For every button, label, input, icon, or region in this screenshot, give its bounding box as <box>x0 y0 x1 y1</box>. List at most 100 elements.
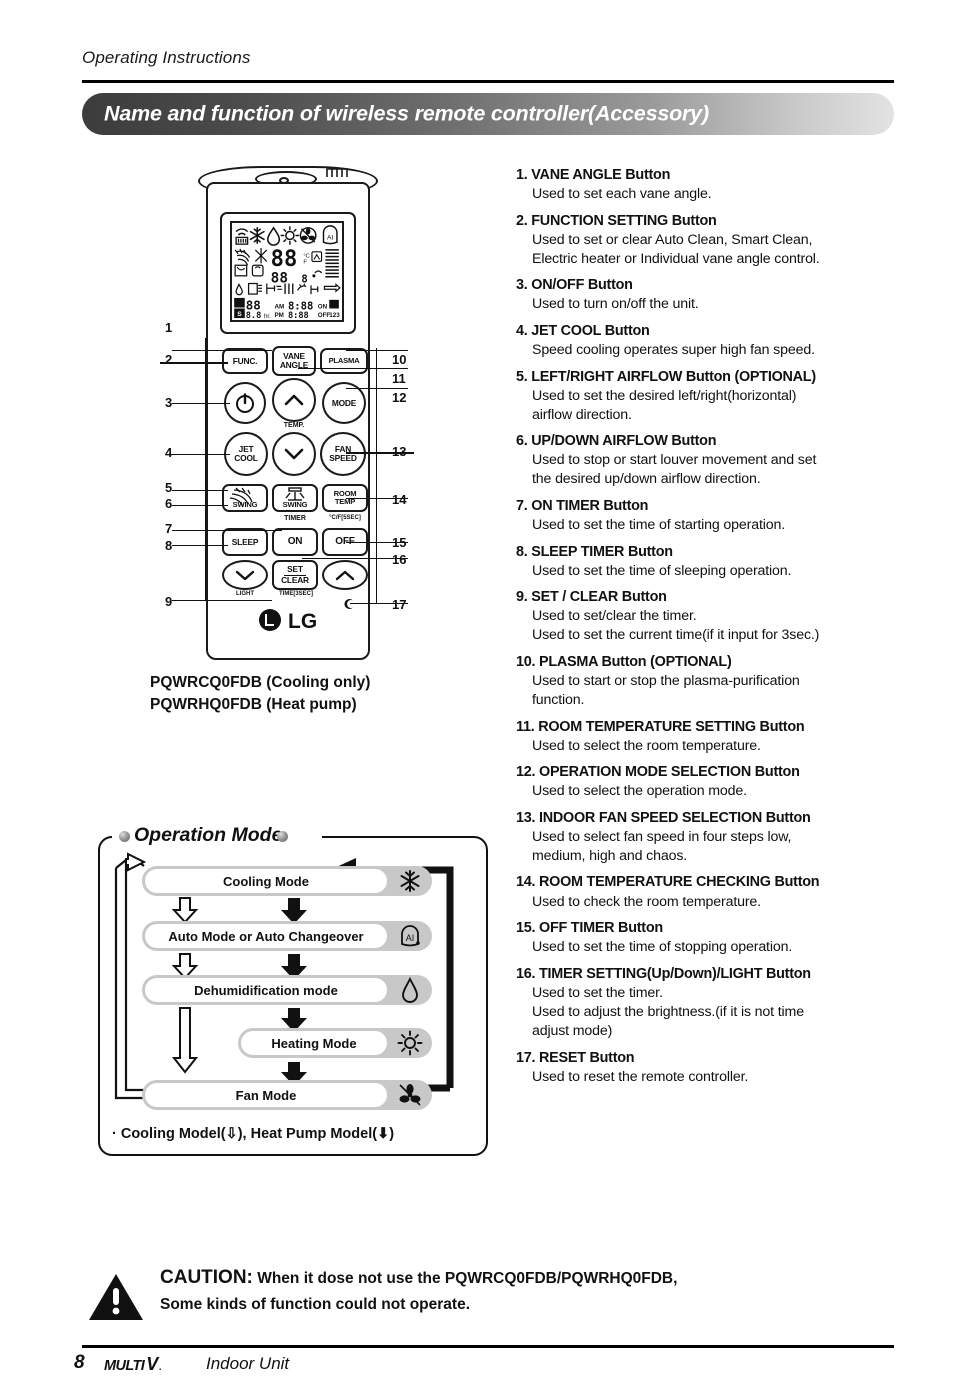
svg-text:88: 88 <box>271 247 298 272</box>
description-item: 2. FUNCTION SETTING Button Used to set o… <box>516 212 896 269</box>
description-line: Used to set the time of starting operati… <box>532 516 786 533</box>
mode-label-fan: Fan Mode <box>235 1087 297 1103</box>
clear-label: CLEAR <box>281 574 309 585</box>
button-description-list: 1. VANE ANGLE Button Used to set each va… <box>516 166 896 1094</box>
callout-number-6: 6 <box>165 496 173 511</box>
description-title-17: 17. RESET Button <box>516 1049 635 1066</box>
description-title-12: 12. OPERATION MODE SELECTION Button <box>516 764 800 781</box>
lead-1 <box>172 350 272 351</box>
up-down-airflow-button[interactable]: SWING <box>272 484 318 512</box>
model-heat-pump: PQWRHQ0FDB (Heat pump) <box>150 696 357 713</box>
description-line: Used to select the room temperature. <box>532 737 761 754</box>
mode-label-auto: Auto Mode or Auto Changeover <box>168 928 364 944</box>
callout-number-1: 1 <box>165 320 173 335</box>
chevron-down-icon <box>235 570 255 580</box>
lead-3 <box>172 403 230 404</box>
svg-text:8.8: 8.8 <box>246 311 262 320</box>
description-line: Used to set the desired left/right(horiz… <box>532 387 797 404</box>
description-line: Used to reset the remote controller. <box>532 1068 749 1085</box>
lead-6 <box>172 505 228 506</box>
description-line: Electric heater or Individual vane angle… <box>532 250 820 267</box>
description-item: 17. RESET Button Used to reset the remot… <box>516 1049 896 1087</box>
ai-icon: AI <box>388 921 432 951</box>
func-button[interactable]: FUNC. <box>222 348 268 374</box>
power-onoff-button[interactable] <box>224 382 266 424</box>
description-item: 7. ON TIMER Button Used to set the time … <box>516 497 896 535</box>
callout-number-11: 11 <box>392 371 406 386</box>
description-title-10: 10. PLASMA Button (OPTIONAL) <box>516 653 732 670</box>
section-title: Name and function of wireless remote con… <box>104 101 709 126</box>
mode-row-auto: Auto Mode or Auto Changeover AI <box>142 921 432 951</box>
lead-8 <box>172 545 228 546</box>
svg-text:LG: LG <box>288 610 317 632</box>
jet-cool-button[interactable]: JET COOL <box>224 432 268 476</box>
up-down-swing-label: SWING <box>282 500 308 510</box>
description-title-4: 4. JET COOL Button <box>516 322 650 339</box>
lead-9 <box>172 600 272 601</box>
on-timer-button[interactable]: ON <box>272 528 318 556</box>
temp-down-button[interactable] <box>272 432 316 476</box>
description-item: 10. PLASMA Button (OPTIONAL) Used to sta… <box>516 653 896 710</box>
lead-4 <box>172 454 230 455</box>
mode-button-label: MODE <box>331 397 357 408</box>
description-title-3: 3. ON/OFF Button <box>516 277 633 294</box>
timer-up-button[interactable] <box>322 560 368 590</box>
description-item: 4. JET COOL Button Speed cooling operate… <box>516 322 896 360</box>
operation-mode-legend: · Cooling Model(⇩), Heat Pump Model(⬇) <box>112 1126 395 1142</box>
svg-text:123: 123 <box>329 312 340 319</box>
description-item: 1. VANE ANGLE Button Used to set each va… <box>516 166 896 204</box>
description-line: Used to adjust the brightness.(if it is … <box>532 1003 804 1020</box>
vane-angle-button[interactable]: VANE ANGLE <box>272 346 316 376</box>
lead-5 <box>172 490 228 491</box>
temp-up-button[interactable] <box>272 378 316 422</box>
lead-10 <box>346 350 408 351</box>
multi-v-logo: MULTI V . <box>104 1354 162 1375</box>
footer-unit-label: Indoor Unit <box>206 1354 290 1373</box>
description-line: Used to set each vane angle. <box>532 186 712 203</box>
callout-number-13: 13 <box>392 444 407 459</box>
description-item: 8. SLEEP TIMER Button Used to set the ti… <box>516 543 896 581</box>
svg-text:hr.: hr. <box>264 313 271 320</box>
room-temp-label-2: TEMP <box>334 497 356 506</box>
description-line: Used to select the operation mode. <box>532 783 747 800</box>
lcd-screen: AI 88 88 8 °C F S 88 8.8 hr. AM PM 8:88 … <box>230 221 344 322</box>
mode-label-heating: Heating Mode <box>271 1035 357 1051</box>
svg-text:AM: AM <box>275 303 285 310</box>
fan-speed-button[interactable]: FAN SPEED <box>320 432 366 476</box>
on-button-label: ON <box>287 535 303 547</box>
description-line: Used to set the timer. <box>532 984 663 1001</box>
timer-down-light-button[interactable] <box>222 560 268 590</box>
sleep-timer-button[interactable]: SLEEP <box>222 528 268 556</box>
reset-hole-icon[interactable] <box>342 597 356 611</box>
description-item: 14. ROOM TEMPERATURE CHECKING Button Use… <box>516 873 896 911</box>
plasma-button[interactable]: PLASMA <box>320 348 368 374</box>
celsius-fahrenheit-sublabel: °C/F[5SEC] <box>329 515 361 521</box>
description-item: 6. UP/DOWN AIRFLOW Button Used to stop o… <box>516 432 896 489</box>
temp-sublabel: TEMP. <box>283 422 305 429</box>
mode-label-dehumidification: Dehumidification mode <box>194 982 338 998</box>
fan-speed-label-2: SPEED <box>329 453 357 463</box>
description-item: 3. ON/OFF Button Used to turn on/off the… <box>516 276 896 314</box>
description-line: Used to set or clear Auto Clean, Smart C… <box>532 231 813 248</box>
fan-icon <box>388 1080 432 1110</box>
description-item: 5. LEFT/RIGHT AIRFLOW Button (OPTIONAL) … <box>516 368 896 425</box>
lg-logo: LG <box>259 609 317 632</box>
func-button-label: FUNC. <box>232 355 258 366</box>
mode-row-dehumidification: Dehumidification mode <box>142 975 432 1005</box>
callout-number-9: 9 <box>165 594 173 609</box>
description-line: Used to set the current time(if it input… <box>532 627 820 644</box>
remote-lcd: AI 88 88 8 °C F S 88 8.8 hr. AM PM 8:88 … <box>220 212 356 334</box>
description-item: 15. OFF TIMER Button Used to set the tim… <box>516 919 896 957</box>
description-line: Used to start or stop the plasma-purific… <box>532 672 800 689</box>
remote-illustration: AI 88 88 8 °C F S 88 8.8 hr. AM PM 8:88 … <box>150 160 480 670</box>
set-clear-button[interactable]: SET CLEAR <box>272 560 318 590</box>
description-title-16: 16. TIMER SETTING(Up/Down)/LIGHT Button <box>516 965 811 982</box>
description-title-8: 8. SLEEP TIMER Button <box>516 543 673 560</box>
description-item: 9. SET / CLEAR Button Used to set/clear … <box>516 588 896 645</box>
description-title-15: 15. OFF TIMER Button <box>516 920 663 937</box>
callout-number-5: 5 <box>165 480 173 495</box>
svg-text:8:88: 8:88 <box>288 311 309 320</box>
caution-line-1: When it dose not use the PQWRCQ0FDB/PQWR… <box>257 1270 678 1287</box>
jet-cool-label-2: COOL <box>234 453 258 463</box>
left-right-airflow-button[interactable]: SWING <box>222 484 268 512</box>
